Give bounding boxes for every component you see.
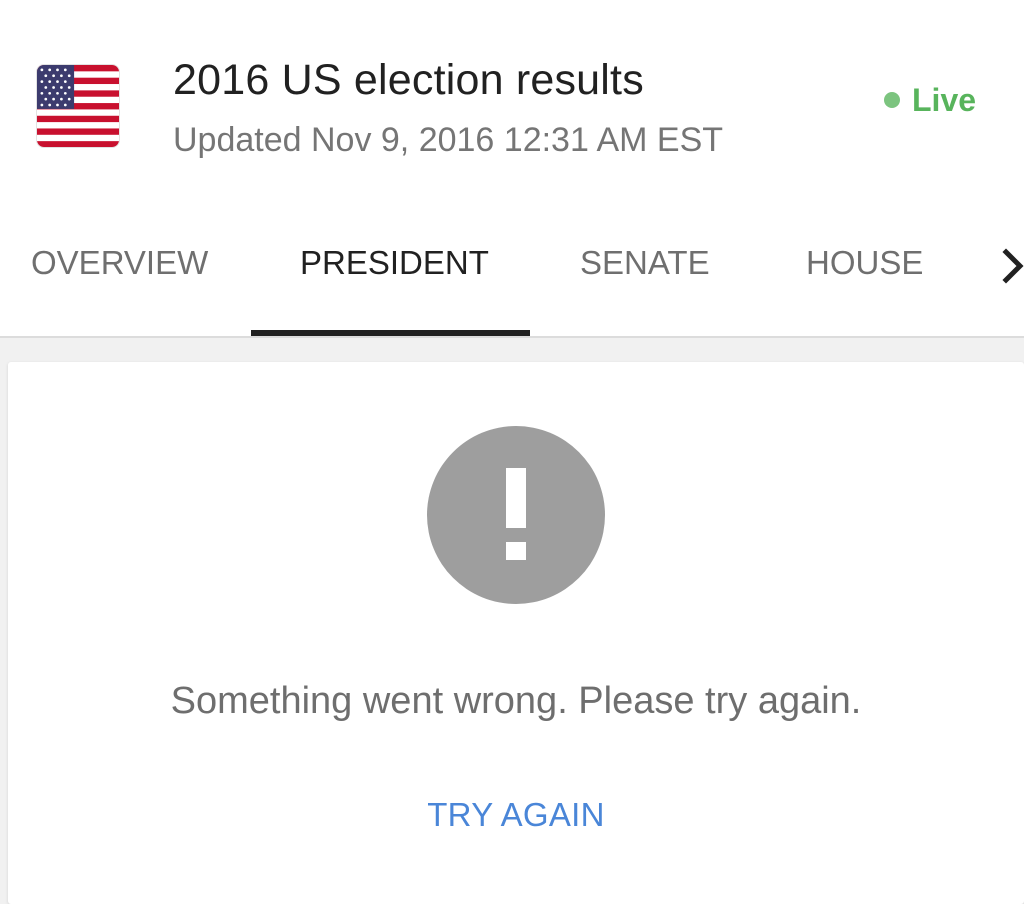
tab-house[interactable]: HOUSE (806, 244, 923, 282)
us-flag-icon (36, 64, 120, 148)
active-tab-indicator (251, 330, 530, 336)
error-card: Something went wrong. Please try again. … (8, 362, 1024, 904)
exclamation-circle-icon (427, 426, 605, 604)
tab-overview[interactable]: OVERVIEW (31, 244, 208, 282)
chevron-right-icon[interactable] (996, 244, 1024, 288)
results-header: 2016 US election results Updated Nov 9, … (0, 0, 1024, 210)
live-indicator: Live (884, 80, 976, 120)
live-dot-icon (884, 92, 900, 108)
live-label: Live (912, 81, 977, 118)
error-message: Something went wrong. Please try again. (170, 680, 862, 722)
page-title: 2016 US election results (173, 56, 644, 104)
tab-senate[interactable]: SENATE (580, 244, 710, 282)
try-again-button[interactable]: TRY AGAIN (8, 796, 1024, 834)
tab-bar: OVERVIEW PRESIDENT SENATE HOUSE (0, 210, 1024, 338)
updated-timestamp: Updated Nov 9, 2016 12:31 AM EST (173, 121, 724, 159)
app-screen: 2016 US election results Updated Nov 9, … (0, 0, 1024, 904)
tab-president[interactable]: PRESIDENT (300, 244, 489, 282)
